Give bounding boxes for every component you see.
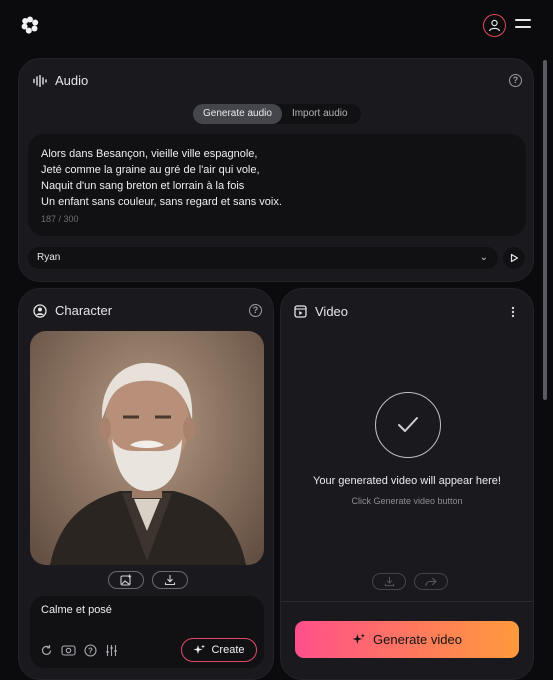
video-placeholder-title: Your generated video will appear here! [313,475,501,487]
image-add-icon [120,574,132,586]
scrollbar-thumb[interactable] [543,60,547,400]
refresh-icon[interactable] [40,644,53,657]
character-panel-header: Character [33,303,112,318]
checkmark-icon [398,417,418,432]
svg-text:?: ? [88,646,93,655]
character-portrait-image [30,331,264,565]
chevron-down-icon: ⌄ [479,252,488,263]
character-prompt-input[interactable]: Calme et posé ? Create [30,596,264,668]
share-icon [425,577,437,586]
video-placeholder-subtitle: Click Generate video button [351,496,463,506]
download-icon [384,576,394,587]
video-panel: Video Your generated video will appear h… [280,288,534,680]
share-video-button[interactable] [414,573,448,590]
hamburger-menu-icon[interactable] [515,19,531,33]
user-account-button[interactable] [483,14,506,37]
panel-divider [281,601,533,602]
generate-video-button[interactable]: Generate video [295,621,519,658]
generate-video-label: Generate video [373,632,462,647]
play-icon [510,253,519,263]
audio-panel-title: Audio [55,73,89,88]
face-swap-icon[interactable] [61,644,76,657]
tab-generate-audio[interactable]: Generate audio [193,104,282,124]
user-circle-icon [33,303,47,318]
text-line: Naquit d'un sang breton et lorrain à la … [41,180,245,192]
character-panel-title: Character [55,303,113,318]
user-circle-icon [488,19,501,32]
audio-text-input[interactable]: Alors dans Besançon, vieille ville espag… [28,134,526,236]
voice-select[interactable]: Ryan ⌄ [28,247,498,269]
video-panel-title: Video [315,304,349,319]
download-video-button[interactable] [372,573,406,590]
help-icon[interactable]: ? [84,644,97,657]
text-line: Un enfant sans couleur, sans regard et s… [41,196,282,208]
audio-panel: Audio ? Generate audio Import audio Alor… [18,58,534,282]
sliders-icon[interactable] [105,644,118,657]
audio-source-tabs: Generate audio Import audio [193,104,361,124]
top-bar [0,0,553,52]
play-button[interactable] [503,247,525,269]
character-panel: Character ? Calme et posé ? Create [18,288,274,680]
video-icon [294,305,307,318]
character-prompt-text: Calme et posé [41,604,112,616]
more-options-icon[interactable] [511,306,515,318]
video-placeholder-circle [375,392,441,458]
add-image-button[interactable] [108,571,144,589]
sparkle-icon [193,644,206,654]
waveform-icon [33,74,47,87]
audio-panel-header: Audio [33,73,88,88]
download-icon [164,575,176,586]
text-line: Jeté comme la graine au gré de l'air qui… [41,164,260,176]
flower-logo-icon[interactable] [20,15,40,35]
sparkle-icon [352,633,366,644]
video-panel-header: Video [294,304,348,319]
help-icon[interactable]: ? [509,74,522,87]
download-image-button[interactable] [152,571,188,589]
voice-select-value: Ryan [37,252,61,263]
create-button[interactable]: Create [181,638,257,662]
character-counter: 187 / 300 [41,214,79,224]
text-line: Alors dans Besançon, vieille ville espag… [41,148,258,160]
tab-import-audio[interactable]: Import audio [282,104,358,124]
create-button-label: Create [211,644,245,656]
help-icon[interactable]: ? [249,304,262,317]
